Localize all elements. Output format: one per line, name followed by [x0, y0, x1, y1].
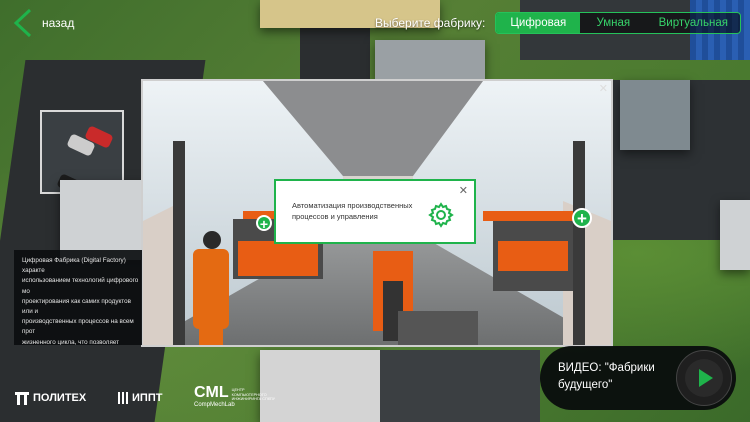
popup-text: Автоматизация производственных процессов…	[292, 201, 413, 221]
factory-tabs: Цифровая Умная Виртуальная	[495, 12, 742, 34]
gear-icon	[428, 202, 454, 228]
cml-logo-sub: CompMechLab	[194, 402, 235, 408]
description-panel: Цифровая Фабрика (Digital Factory) харак…	[14, 250, 142, 345]
road	[380, 350, 540, 422]
tab-digital[interactable]: Цифровая	[496, 13, 581, 33]
ippt-logo-text: ИППТ	[132, 392, 163, 404]
info-popup: Автоматизация производственных процессов…	[274, 179, 476, 244]
politech-logo: ПОЛИТЕХ	[14, 390, 86, 406]
politech-logo-text: ПОЛИТЕХ	[33, 392, 87, 404]
factory-selector: Выберите фабрику: Цифровая Умная Виртуал…	[375, 12, 742, 34]
video-card[interactable]: ВИДЕО: "Фабрики будущего"	[540, 346, 736, 410]
modal-close-icon[interactable]: ✕	[599, 82, 608, 95]
ippt-logo: ИППТ	[118, 390, 162, 406]
ippt-emblem-icon	[118, 392, 128, 404]
back-label: назад	[42, 16, 75, 30]
chevron-left-icon	[13, 8, 32, 38]
tab-virtual[interactable]: Виртуальная	[646, 13, 740, 33]
back-button[interactable]: назад	[12, 8, 74, 38]
building	[620, 80, 690, 150]
building	[720, 200, 750, 270]
play-icon	[699, 369, 713, 387]
building	[375, 40, 485, 82]
cml-logo: CML ЦЕНТР КОМПЬЮТЕРНОГО ИНЖИНИРИНГА СПбП…	[194, 384, 276, 408]
hotspot-plus-icon[interactable]: +	[256, 215, 272, 232]
partner-logos: ПОЛИТЕХ ИППТ CML ЦЕНТР КОМПЬЮТЕРНОГО ИНЖ…	[14, 384, 344, 414]
politech-emblem-icon	[15, 392, 29, 405]
video-label: ВИДЕО: "Фабрики будущего"	[558, 362, 655, 391]
play-button[interactable]	[676, 350, 732, 406]
hotspot-plus-icon[interactable]: +	[572, 208, 592, 228]
cml-logo-small: ЦЕНТР КОМПЬЮТЕРНОГО ИНЖИНИРИНГА СПбПУ	[231, 388, 276, 402]
tab-smart[interactable]: Умная	[580, 13, 646, 33]
description-text: Цифровая Фабрика (Digital Factory) харак…	[22, 257, 139, 345]
play-button-inner	[685, 359, 723, 397]
cml-logo-text: CML	[194, 384, 229, 401]
popup-close-icon[interactable]: ✕	[459, 184, 468, 197]
factory-selector-label: Выберите фабрику:	[375, 16, 486, 30]
